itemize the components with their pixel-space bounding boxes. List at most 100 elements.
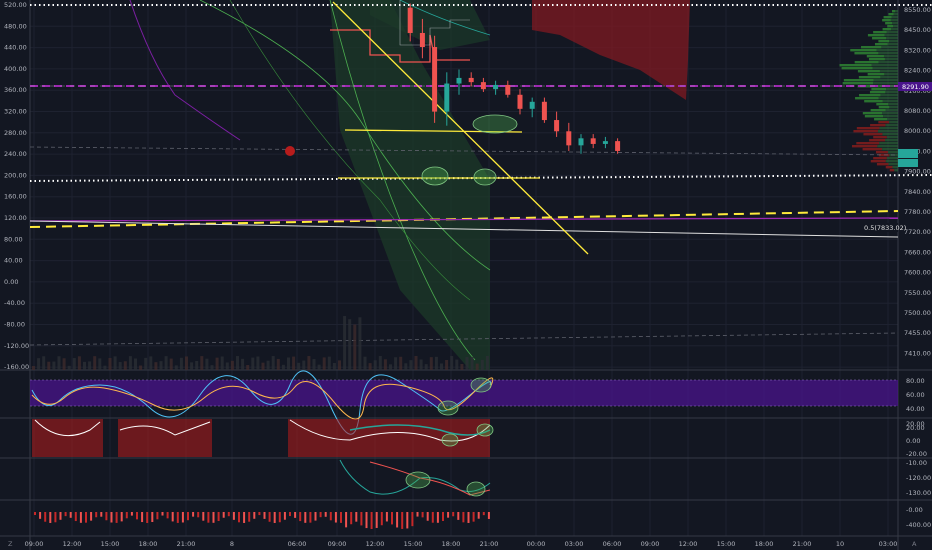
time-axis-tick: 21:00: [177, 540, 196, 548]
histogram-bar: [263, 512, 266, 519]
histogram-bar: [181, 512, 184, 523]
volume-profile-bar: [850, 49, 877, 52]
volume-bar: [220, 356, 224, 370]
time-axis-tick: 06:00: [288, 540, 307, 548]
volume-profile-bar: [852, 145, 878, 148]
volume-profile-bar: [885, 166, 893, 169]
volume-bar: [103, 365, 107, 370]
volume-bar: [210, 365, 214, 370]
right-axis-tick: 7600.00: [904, 269, 931, 277]
histogram-bar: [355, 512, 358, 522]
macd-ellipse: [441, 433, 459, 447]
volume-profile-bar: [884, 58, 898, 61]
histogram-bar: [59, 512, 62, 520]
time-axis-tick: 12:00: [366, 540, 385, 548]
histogram-bar: [314, 512, 317, 521]
volume-profile-bar: [878, 40, 890, 43]
volume-profile-bar: [893, 13, 898, 16]
volume-profile-bar: [859, 94, 881, 97]
histogram-bar: [54, 512, 57, 523]
candle-body: [480, 82, 486, 90]
volume-bar: [144, 357, 148, 370]
volume-profile-bar: [870, 109, 886, 112]
sub-axis-tick: 40.00: [906, 405, 925, 413]
volume-profile-bar: [889, 169, 895, 172]
time-axis-tick: 12:00: [63, 540, 82, 548]
volume-bar: [404, 363, 408, 370]
volume-profile-bar: [882, 112, 898, 115]
volume-bar: [389, 364, 392, 370]
volume-bar: [307, 356, 311, 370]
histogram-bar: [212, 512, 215, 523]
volume-profile-bar: [886, 37, 898, 40]
candle-body: [468, 77, 474, 83]
histogram-bar: [136, 512, 138, 520]
left-axis-tick: 0.00: [4, 278, 18, 286]
histogram-bar: [197, 512, 200, 518]
candle-body: [419, 32, 425, 48]
volume-bar: [424, 364, 428, 370]
volume-bar: [485, 356, 489, 370]
sub-axis-tick: -10.00: [906, 459, 927, 467]
histogram-bar: [207, 512, 210, 523]
right-axis-tick: 7455.00: [904, 329, 931, 337]
volume-profile-bar: [862, 148, 883, 151]
left-axis-tick: 360.00: [4, 86, 27, 94]
volume-bar: [312, 359, 316, 370]
histogram-bar: [436, 512, 439, 523]
volume-bar: [297, 362, 301, 370]
histogram-bar: [34, 512, 36, 515]
volume-profile-bar: [871, 64, 898, 67]
volume-profile-bar: [884, 139, 898, 142]
histogram-bar: [304, 512, 307, 523]
volume-bar: [470, 356, 474, 370]
volume-bar: [261, 362, 265, 370]
volume-bar: [348, 319, 352, 370]
volume-bar: [394, 357, 398, 370]
volume-profile-bar: [864, 100, 883, 103]
left-axis-tick: 120.00: [4, 214, 27, 222]
volume-bar: [440, 363, 443, 370]
sub-axis-tick: -400.00: [906, 521, 931, 529]
volume-bar: [251, 357, 255, 370]
right-axis-tick: 7660.00: [904, 248, 931, 256]
volume-profile-bar: [886, 88, 898, 91]
histogram-bar: [110, 512, 113, 523]
volume-bar: [302, 360, 306, 370]
auto-scale-label: A: [912, 540, 917, 548]
volume-profile-bar: [884, 34, 898, 37]
volume-bar: [419, 359, 423, 370]
volume-bar: [399, 356, 403, 370]
volume-bar: [42, 356, 46, 370]
time-axis-tick: 00:00: [527, 540, 546, 548]
candle-body: [456, 77, 462, 84]
histogram-bar: [222, 512, 225, 518]
histogram-bar: [161, 512, 164, 516]
histogram-bar: [467, 512, 470, 523]
volume-profile-bar: [882, 28, 892, 31]
histogram-bar: [90, 512, 93, 521]
volume-profile-bar: [871, 88, 887, 91]
volume-profile-bar: [885, 124, 898, 127]
trading-chart[interactable]: 520.00 480.00 440.00 400.00 360.00 320.00 280.…: [0, 0, 932, 550]
histogram-bar: [49, 512, 52, 523]
sub-axis-tick: 60.00: [906, 391, 925, 399]
volume-bar: [108, 357, 112, 370]
histogram-bar: [258, 512, 261, 516]
volume-bar: [72, 358, 76, 370]
histogram-bar: [253, 512, 256, 519]
volume-profile-bar: [885, 22, 893, 25]
volume-bar: [322, 357, 326, 370]
volume-profile-bar: [891, 10, 896, 13]
histogram-bar: [69, 512, 72, 518]
histogram-bar: [370, 512, 373, 529]
histogram-bar: [431, 512, 434, 523]
volume-profile-bar: [878, 121, 890, 124]
histogram-bar: [309, 512, 312, 523]
time-axis-tick: 15:00: [101, 540, 120, 548]
volume-bar: [57, 356, 61, 370]
volume-bar: [154, 362, 158, 370]
volume-profile-bar: [866, 55, 884, 58]
volume-bar: [358, 317, 362, 370]
volume-profile-bar: [863, 133, 883, 136]
